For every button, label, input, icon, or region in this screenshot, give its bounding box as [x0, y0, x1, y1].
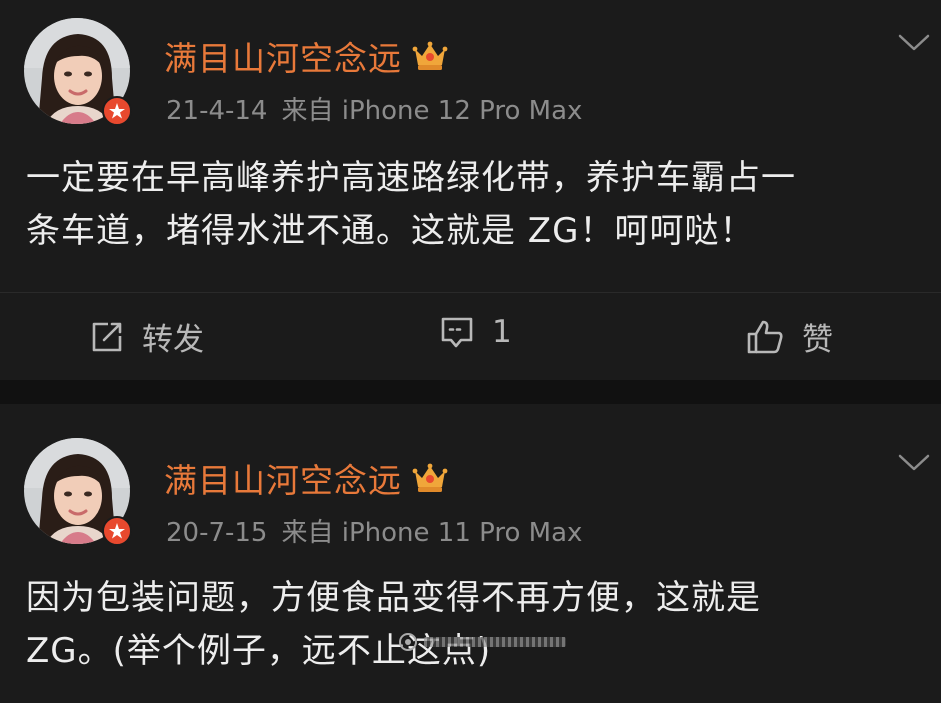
watermark-logo-icon — [399, 633, 417, 651]
post-meta: 20-7-15 来自 iPhone 11 Pro Max — [166, 512, 582, 549]
comment-button[interactable]: 1 — [440, 314, 512, 350]
watermark — [398, 632, 566, 652]
watermark-text-mask — [424, 637, 566, 647]
post-text: 因为包装问题，方便食品变得不再方便，这就是 ZG。(举个例子，远不止这点) — [26, 578, 761, 671]
comment-icon — [441, 317, 473, 348]
verified-badge-icon — [102, 96, 132, 126]
post-text: 一定要在早高峰养护高速路绿化带，养护车霸占一 条车道，堵得水泄不通。这就是 ZG… — [26, 158, 796, 251]
like-label: 赞 — [802, 322, 833, 358]
feed: 满目山河空念远 21-4-14 来自 iPhone 12 Pro Max 一定要在… — [0, 0, 941, 703]
repost-label: 转发 — [142, 322, 204, 358]
avatar[interactable] — [24, 18, 132, 126]
post-date: 20-7-15 — [166, 518, 268, 548]
post-source: 来自 iPhone 12 Pro Max — [281, 96, 583, 126]
post-card: 满目山河空念远 20-7-15 来自 iPhone 11 Pro Max 因为包装… — [0, 404, 941, 703]
comment-count: 1 — [492, 314, 512, 350]
card-separator — [0, 380, 941, 404]
post-date: 21-4-14 — [166, 96, 268, 126]
divider — [0, 292, 941, 293]
post-meta: 21-4-14 来自 iPhone 12 Pro Max — [166, 90, 582, 127]
post-card: 满目山河空念远 21-4-14 来自 iPhone 12 Pro Max 一定要在… — [0, 0, 941, 380]
chevron-down-icon[interactable] — [897, 452, 931, 474]
username[interactable]: 满目山河空念远 — [164, 32, 448, 80]
username-text[interactable]: 满目山河空念远 — [164, 454, 402, 502]
crown-icon — [412, 463, 448, 492]
thumbs-up-icon — [747, 320, 783, 353]
repost-icon — [92, 322, 122, 351]
post-source: 来自 iPhone 11 Pro Max — [281, 518, 583, 548]
username[interactable]: 满目山河空念远 — [164, 454, 448, 502]
verified-badge-icon — [102, 516, 132, 546]
like-button[interactable]: 赞 — [746, 314, 833, 359]
avatar[interactable] — [24, 438, 132, 546]
username-text[interactable]: 满目山河空念远 — [164, 32, 402, 80]
crown-icon — [412, 41, 448, 70]
repost-button[interactable]: 转发 — [90, 314, 204, 359]
chevron-down-icon[interactable] — [897, 32, 931, 54]
